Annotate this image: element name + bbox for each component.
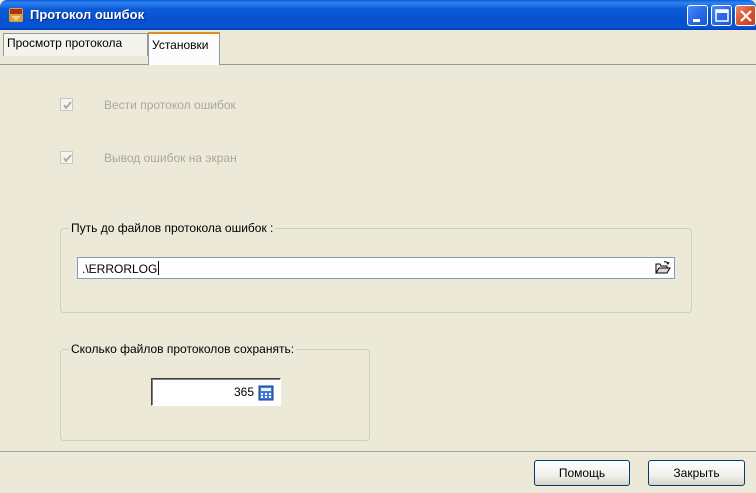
maximize-icon — [715, 9, 729, 22]
maximize-button[interactable] — [711, 5, 732, 26]
close-window-button[interactable] — [735, 5, 756, 26]
tab-log-view[interactable]: Просмотр протокола — [3, 33, 148, 56]
title-bar[interactable]: Протокол ошибок — [0, 0, 756, 30]
close-button[interactable]: Закрыть — [648, 460, 745, 486]
log-errors-checkbox — [60, 98, 73, 111]
log-path-group: Путь до файлов протокола ошибок : .\ERRO… — [60, 221, 692, 313]
show-errors-checkbox — [60, 151, 73, 164]
tab-settings[interactable]: Установки — [148, 32, 220, 65]
show-errors-label: Вывод ошибок на экран — [104, 151, 237, 165]
log-count-group: Сколько файлов протоколов сохранять: 365 — [60, 342, 370, 441]
tab-strip: Просмотр протокола Установки — [0, 30, 756, 65]
minimize-icon — [693, 19, 700, 22]
help-button[interactable]: Помощь — [534, 460, 630, 486]
log-path-legend: Путь до файлов протокола ошибок : — [69, 221, 276, 235]
log-count-value: 365 — [233, 385, 254, 399]
close-icon — [740, 10, 752, 22]
log-count-legend: Сколько файлов протоколов сохранять: — [69, 342, 297, 356]
window-title: Протокол ошибок — [30, 7, 145, 22]
log-count-input[interactable]: 365 — [151, 378, 281, 406]
log-errors-label: Вести протокол ошибок — [104, 98, 236, 112]
checkmark-icon — [63, 101, 72, 110]
error-log-window: Протокол ошибок Просмотр протокола Устан… — [0, 0, 756, 493]
settings-panel: Вести протокол ошибок Вывод ошибок на эк… — [0, 64, 756, 450]
folder-open-icon[interactable] — [654, 260, 671, 276]
minimize-button[interactable] — [687, 5, 708, 26]
app-icon — [9, 8, 23, 22]
dialog-button-bar: Помощь Закрыть — [0, 451, 756, 493]
checkmark-icon — [63, 154, 72, 163]
log-path-input[interactable]: .\ERRORLOG — [77, 257, 675, 279]
log-path-value: .\ERRORLOG — [82, 261, 160, 276]
calculator-icon[interactable] — [258, 385, 274, 401]
